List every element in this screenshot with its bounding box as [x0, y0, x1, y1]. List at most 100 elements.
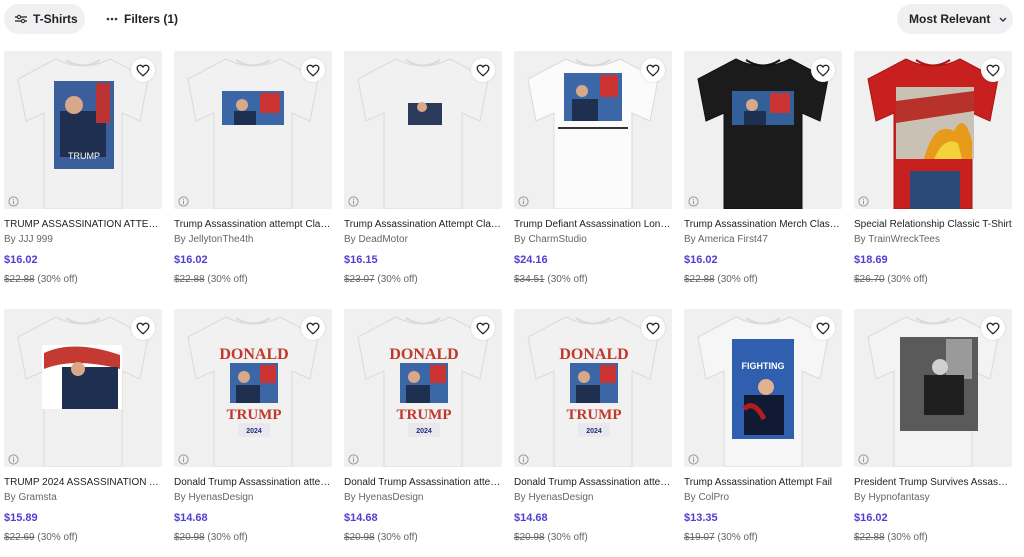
svg-text:2024: 2024: [246, 428, 262, 435]
product-title[interactable]: President Trump Survives Assassination: [854, 477, 1012, 488]
info-icon[interactable]: [518, 194, 529, 207]
product-image[interactable]: [854, 309, 1012, 467]
sort-dropdown[interactable]: Most Relevant: [897, 4, 1013, 34]
heart-icon[interactable]: [301, 58, 325, 82]
original-price-row: $20.98 (30% off): [174, 532, 248, 543]
svg-text:TRUMP: TRUMP: [567, 407, 622, 423]
discount-label: (30% off): [717, 532, 758, 543]
heart-icon[interactable]: [641, 58, 665, 82]
original-price-row: $34.51 (30% off): [514, 274, 588, 285]
product-artist[interactable]: By JellytonThe4th: [174, 234, 254, 245]
original-price: $22.69: [4, 532, 35, 543]
info-icon[interactable]: [518, 452, 529, 465]
svg-text:DONALD: DONALD: [389, 346, 458, 363]
product-image[interactable]: [514, 51, 672, 209]
discount-label: (30% off): [37, 274, 78, 285]
discount-label: (30% off): [207, 532, 248, 543]
product-image[interactable]: [4, 309, 162, 467]
svg-text:TRUMP: TRUMP: [68, 151, 100, 161]
sort-label: Most Relevant: [909, 12, 991, 26]
product-price: $14.68: [344, 512, 378, 524]
product-title[interactable]: Donald Trump Assassination attempt: [514, 477, 672, 488]
product-artist[interactable]: By HyenasDesign: [344, 492, 423, 503]
product-image[interactable]: [854, 51, 1012, 209]
product-artist[interactable]: By DeadMotor: [344, 234, 408, 245]
original-price-row: $22.88 (30% off): [174, 274, 248, 285]
original-price: $22.88: [4, 274, 35, 285]
heart-icon[interactable]: [131, 58, 155, 82]
category-chip[interactable]: T-Shirts: [4, 4, 85, 34]
product-artist[interactable]: By HyenasDesign: [174, 492, 253, 503]
original-price: $22.88: [684, 274, 715, 285]
product-image[interactable]: DONALD TRUMP 2024: [344, 309, 502, 467]
info-icon[interactable]: [178, 452, 189, 465]
original-price: $20.98: [344, 532, 375, 543]
svg-text:FIGHTING: FIGHTING: [742, 361, 785, 371]
original-price-row: $23.07 (30% off): [344, 274, 418, 285]
product-image[interactable]: DONALD TRUMP 2024: [514, 309, 672, 467]
svg-text:TRUMP: TRUMP: [397, 407, 452, 423]
info-icon[interactable]: [348, 452, 359, 465]
category-label: T-Shirts: [33, 12, 78, 26]
product-image[interactable]: [174, 51, 332, 209]
product-image[interactable]: TRUMP: [4, 51, 162, 209]
product-artist[interactable]: By ColPro: [684, 492, 729, 503]
product-image[interactable]: [684, 51, 842, 209]
info-icon[interactable]: [858, 194, 869, 207]
product-price: $14.68: [174, 512, 208, 524]
info-icon[interactable]: [8, 194, 19, 207]
product-price: $13.35: [684, 512, 718, 524]
product-image[interactable]: FIGHTING: [684, 309, 842, 467]
heart-icon[interactable]: [641, 316, 665, 340]
product-price: $16.15: [344, 254, 378, 266]
info-icon[interactable]: [8, 452, 19, 465]
discount-label: (30% off): [887, 274, 928, 285]
product-artist[interactable]: By HyenasDesign: [514, 492, 593, 503]
heart-icon[interactable]: [471, 58, 495, 82]
info-icon[interactable]: [688, 452, 699, 465]
info-icon[interactable]: [858, 452, 869, 465]
original-price-row: $22.69 (30% off): [4, 532, 78, 543]
heart-icon[interactable]: [811, 316, 835, 340]
info-icon[interactable]: [178, 194, 189, 207]
discount-label: (30% off): [377, 274, 418, 285]
heart-icon[interactable]: [131, 316, 155, 340]
product-artist[interactable]: By Gramsta: [4, 492, 57, 503]
product-title[interactable]: Special Relationship Classic T-Shirt: [854, 219, 1012, 230]
product-artist[interactable]: By America First47: [684, 234, 768, 245]
original-price-row: $19.07 (30% off): [684, 532, 758, 543]
product-title[interactable]: Trump Assassination Attempt Fail: [684, 477, 842, 488]
svg-text:DONALD: DONALD: [559, 346, 628, 363]
product-artist[interactable]: By Hypnofantasy: [854, 492, 930, 503]
heart-icon[interactable]: [471, 316, 495, 340]
discount-label: (30% off): [377, 532, 418, 543]
product-title[interactable]: Donald Trump Assassination attempt: [344, 477, 502, 488]
product-image[interactable]: DONALD TRUMP 2024: [174, 309, 332, 467]
product-title[interactable]: Trump Defiant Assassination Long T-Shirt: [514, 219, 672, 230]
product-title[interactable]: Trump Assassination attempt Classic T-Sh…: [174, 219, 332, 230]
product-title[interactable]: Donald Trump Assassination attempt: [174, 477, 332, 488]
product-title[interactable]: Trump Assassination Attempt Classic T-Sh…: [344, 219, 502, 230]
chevron-down-icon: [998, 14, 1008, 24]
product-artist[interactable]: By CharmStudio: [514, 234, 587, 245]
original-price: $22.88: [854, 532, 885, 543]
dots-icon: [106, 13, 118, 25]
svg-text:2024: 2024: [586, 428, 602, 435]
original-price: $22.88: [174, 274, 205, 285]
info-icon[interactable]: [348, 194, 359, 207]
heart-icon[interactable]: [301, 316, 325, 340]
heart-icon[interactable]: [981, 316, 1005, 340]
product-artist[interactable]: By TrainWreckTees: [854, 234, 940, 245]
original-price-row: $26.70 (30% off): [854, 274, 928, 285]
product-artist[interactable]: By JJJ 999: [4, 234, 53, 245]
discount-label: (30% off): [547, 274, 588, 285]
heart-icon[interactable]: [981, 58, 1005, 82]
product-title[interactable]: TRUMP 2024 ASSASSINATION ATTEMPT: [4, 477, 162, 488]
product-title[interactable]: Trump Assassination Merch Classic T-Shir…: [684, 219, 842, 230]
filters-button[interactable]: Filters (1): [96, 4, 180, 34]
product-price: $24.16: [514, 254, 548, 266]
info-icon[interactable]: [688, 194, 699, 207]
heart-icon[interactable]: [811, 58, 835, 82]
product-image[interactable]: [344, 51, 502, 209]
product-title[interactable]: TRUMP ASSASSINATION ATTEMPT: [4, 219, 162, 230]
